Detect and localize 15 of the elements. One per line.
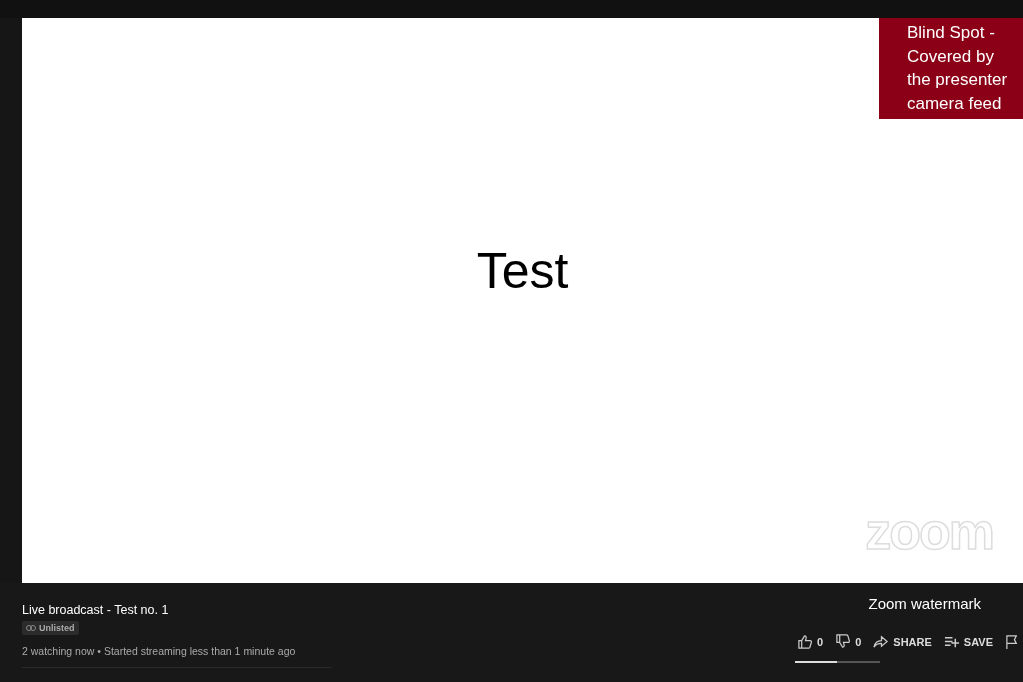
dislike-button[interactable]: 0 (833, 634, 864, 650)
link-icon (26, 625, 36, 631)
callout-label: Blind Spot - Covered by the presenter camera feed (879, 18, 1023, 119)
annotation-label: Zoom watermark (868, 595, 981, 612)
stream-info: 2 watching now • Started streaming less than 1 minute ago (22, 645, 297, 657)
thumbs-down-icon (835, 634, 852, 650)
slide-title: Test (476, 241, 569, 300)
playlist-add-icon (943, 634, 960, 650)
share-button[interactable]: SHARE (871, 634, 934, 650)
share-icon (873, 634, 890, 650)
like-button[interactable]: 0 (795, 634, 826, 650)
thumbs-up-icon (797, 634, 814, 650)
video-title: Live broadcast - Test no. 1 (22, 603, 170, 617)
save-button[interactable]: SAVE (941, 634, 995, 650)
badge-label: Unlisted (39, 623, 75, 633)
